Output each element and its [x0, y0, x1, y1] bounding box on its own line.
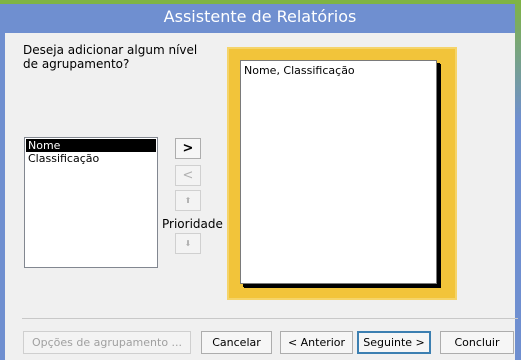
back-button[interactable]: < Anterior [280, 331, 353, 354]
arrow-down-icon: ⬇ [184, 239, 192, 248]
remove-grouping-button[interactable]: < [175, 165, 201, 186]
window-title: Assistente de Relatórios [5, 0, 515, 33]
grouping-question: Deseja adicionar algum nível de agrupame… [23, 43, 198, 71]
cancel-button[interactable]: Cancelar [201, 331, 272, 354]
priority-down-button[interactable]: ⬇ [175, 233, 201, 254]
window-left-border [0, 0, 5, 360]
arrow-up-icon: ⬆ [184, 196, 192, 205]
add-grouping-button[interactable]: > [175, 138, 201, 159]
finish-button[interactable]: Concluir [440, 331, 514, 354]
grouping-preview: Nome, Classificação [240, 60, 437, 284]
window-accent-edge [515, 0, 521, 120]
window-accent-bar [0, 0, 521, 4]
next-button[interactable]: Seguinte > [357, 331, 431, 354]
grouping-options-button[interactable]: Opções de agrupamento ... [23, 331, 191, 354]
preview-text: Nome, Classificação [244, 64, 355, 77]
footer-divider [22, 318, 518, 319]
priority-label: Prioridade [162, 217, 223, 231]
list-item[interactable]: Classificação [26, 152, 156, 165]
report-wizard-window: Assistente de Relatórios Deseja adiciona… [0, 0, 521, 360]
available-fields-list[interactable]: Nome Classificação [24, 137, 158, 268]
list-item[interactable]: Nome [26, 139, 156, 152]
priority-up-button[interactable]: ⬆ [175, 190, 201, 211]
